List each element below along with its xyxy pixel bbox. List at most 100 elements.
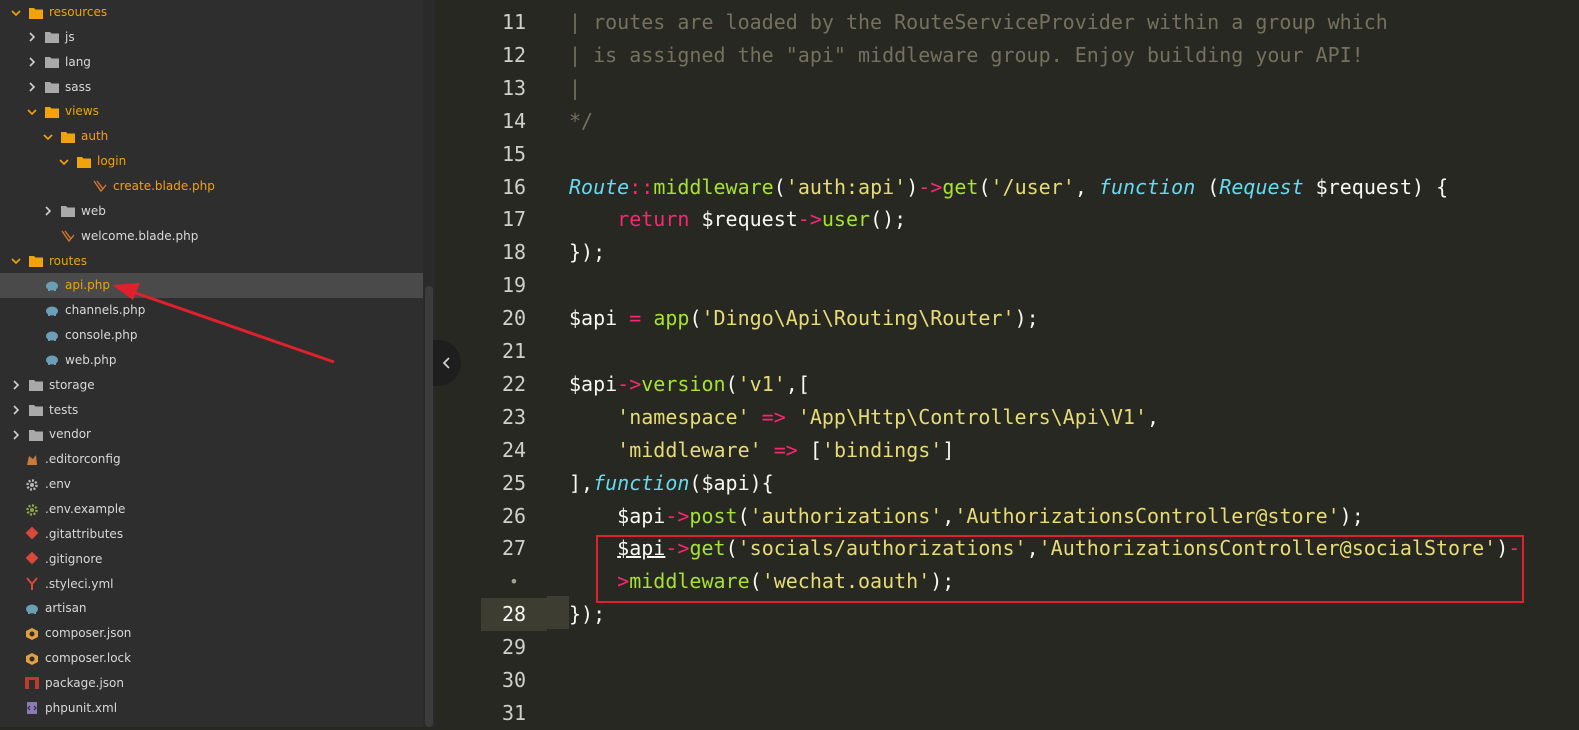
tree-item-storage[interactable]: storage bbox=[0, 373, 423, 398]
chevron-down-icon[interactable] bbox=[58, 156, 70, 168]
tree-item-lang[interactable]: lang bbox=[0, 50, 423, 75]
tree-item-env-example[interactable]: .env.example bbox=[0, 497, 423, 522]
tree-item-gitattributes[interactable]: .gitattributes bbox=[0, 522, 423, 547]
code-token: }); bbox=[569, 240, 606, 265]
code-token: version bbox=[641, 371, 726, 396]
composer-icon bbox=[24, 627, 40, 641]
tree-item-tests[interactable]: tests bbox=[0, 398, 423, 423]
folder-open-icon bbox=[28, 6, 44, 20]
code-token: ) bbox=[906, 174, 919, 199]
code-token: Request bbox=[1219, 174, 1304, 199]
tree-item-js[interactable]: js bbox=[0, 25, 423, 50]
tree-item-phpunit-xml[interactable]: phpunit.xml bbox=[0, 696, 423, 721]
code-token: [ bbox=[797, 437, 822, 462]
code-editor[interactable]: | routes are loaded by the RouteServiceP… bbox=[569, 0, 1579, 727]
code-token: */ bbox=[569, 108, 594, 133]
code-token: | is assigned the "api" middleware group… bbox=[569, 42, 1364, 67]
tree-item-gitignore[interactable]: .gitignore bbox=[0, 547, 423, 572]
code-token: => bbox=[761, 404, 786, 429]
line-number: 12 bbox=[501, 42, 527, 67]
wrap-indicator: • bbox=[509, 572, 519, 592]
sidebar-scrollbar-thumb[interactable] bbox=[425, 286, 433, 727]
tree-item-artisan[interactable]: artisan bbox=[0, 596, 423, 621]
xml-file-icon bbox=[24, 701, 40, 715]
code-token: app bbox=[653, 306, 690, 331]
code-token: :: bbox=[629, 174, 654, 199]
yaml-icon bbox=[24, 577, 40, 591]
tree-item-composer-json[interactable]: composer.json bbox=[0, 621, 423, 646]
folder-open-icon bbox=[28, 254, 44, 268]
chevron-down-icon[interactable] bbox=[10, 255, 22, 267]
tree-item-label: .styleci.yml bbox=[45, 576, 114, 591]
line-number: 22 bbox=[501, 371, 527, 396]
code-line: return $request->user(); bbox=[569, 203, 906, 236]
tree-item-views[interactable]: views bbox=[0, 99, 423, 124]
tree-item-create-blade-php[interactable]: create.blade.php bbox=[0, 174, 423, 199]
annotation-highlight-box bbox=[596, 535, 1524, 603]
code-token: 'v1' bbox=[737, 371, 786, 396]
tree-item-sass[interactable]: sass bbox=[0, 75, 423, 100]
chevron-down-icon[interactable] bbox=[10, 7, 22, 19]
php-elephant-icon bbox=[44, 279, 60, 293]
chevron-right-icon[interactable] bbox=[42, 205, 54, 217]
code-token: -> bbox=[918, 174, 943, 199]
chevron-right-icon[interactable] bbox=[10, 379, 22, 391]
tree-item-console-php[interactable]: console.php bbox=[0, 323, 423, 348]
chevron-right-icon[interactable] bbox=[10, 429, 22, 441]
chevron-down-icon[interactable] bbox=[42, 131, 54, 143]
code-token: 'AuthorizationsController@store' bbox=[954, 503, 1340, 528]
code-line: Route::middleware('auth:api')->get('/use… bbox=[569, 171, 1448, 204]
tree-item-resources[interactable]: resources bbox=[0, 0, 423, 25]
code-token: | bbox=[569, 75, 582, 100]
tree-item-label: resources bbox=[49, 5, 108, 19]
tree-item-composer-lock[interactable]: composer.lock bbox=[0, 646, 423, 671]
chevron-down-icon[interactable] bbox=[26, 106, 38, 118]
tree-item-label: console.php bbox=[65, 328, 138, 343]
tree-item-label: package.json bbox=[45, 675, 125, 690]
chevron-right-icon[interactable] bbox=[10, 404, 22, 416]
tree-item-label: auth bbox=[81, 129, 109, 144]
folder-icon bbox=[60, 204, 76, 218]
code-token: 'namespace' bbox=[617, 404, 750, 429]
code-token: ,[ bbox=[785, 371, 810, 396]
tree-item-routes[interactable]: routes bbox=[0, 249, 423, 274]
tree-item-login[interactable]: login bbox=[0, 149, 423, 174]
code-token: ], bbox=[569, 470, 594, 495]
tree-item-auth[interactable]: auth bbox=[0, 124, 423, 149]
tree-item-api-php[interactable]: api.php bbox=[0, 273, 423, 299]
tree-item-web[interactable]: web bbox=[0, 199, 423, 224]
tree-item-welcome-blade-php[interactable]: welcome.blade.php bbox=[0, 224, 423, 249]
npm-icon bbox=[24, 676, 40, 690]
code-token: '/user' bbox=[990, 174, 1075, 199]
code-token: $request bbox=[689, 207, 798, 232]
tree-item-channels-php[interactable]: channels.php bbox=[0, 298, 423, 323]
line-number: 23 bbox=[501, 404, 527, 429]
tree-item-env[interactable]: .env bbox=[0, 472, 423, 497]
folder-open-icon bbox=[76, 155, 92, 169]
tree-item-vendor[interactable]: vendor bbox=[0, 422, 423, 447]
tree-item-label: sass bbox=[65, 79, 92, 94]
code-token: $api bbox=[569, 503, 666, 528]
tree-item-label: .editorconfig bbox=[45, 452, 121, 467]
folder-icon bbox=[44, 30, 60, 44]
chevron-right-icon[interactable] bbox=[26, 56, 38, 68]
line-number: 17 bbox=[501, 207, 527, 232]
chevron-right-icon[interactable] bbox=[26, 81, 38, 93]
tree-item-web-php[interactable]: web.php bbox=[0, 348, 423, 373]
tree-item-editorconfig[interactable]: .editorconfig bbox=[0, 447, 423, 472]
tree-item-package-json[interactable]: package.json bbox=[0, 671, 423, 696]
line-number: 30 bbox=[501, 668, 527, 692]
tree-item-label: js bbox=[65, 29, 75, 44]
code-token: 'Dingo\Api\Routing\Router' bbox=[701, 306, 1015, 331]
tree-item-styleci-yml[interactable]: .styleci.yml bbox=[0, 572, 423, 597]
line-number: 24 bbox=[501, 437, 527, 462]
chevron-left-icon bbox=[442, 357, 450, 369]
chevron-right-icon[interactable] bbox=[26, 31, 38, 43]
code-line: */ bbox=[569, 105, 593, 138]
folder-icon bbox=[28, 428, 44, 442]
tree-item-label: vendor bbox=[49, 427, 91, 442]
code-token: ); bbox=[1339, 503, 1364, 528]
